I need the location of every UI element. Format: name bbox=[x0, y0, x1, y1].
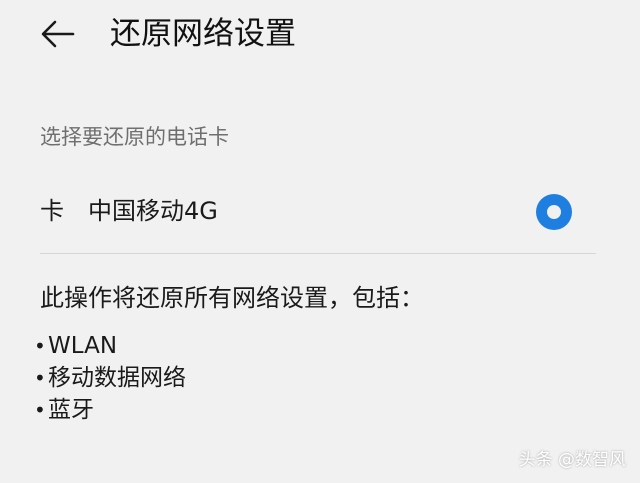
radio-selected-indicator bbox=[547, 205, 561, 219]
bullet-icon: • bbox=[34, 334, 46, 358]
list-item-label: 蓝牙 bbox=[48, 397, 94, 423]
sim-card-name: 中国移动4G bbox=[88, 197, 218, 225]
page-title: 还原网络设置 bbox=[110, 16, 296, 52]
app-header: 还原网络设置 bbox=[0, 0, 640, 72]
list-item-label: WLAN bbox=[48, 333, 118, 359]
back-button[interactable] bbox=[36, 12, 80, 56]
sim-card-prefix: 卡 bbox=[40, 197, 64, 225]
bullet-icon: • bbox=[34, 398, 46, 422]
list-item-label: 移动数据网络 bbox=[48, 365, 186, 391]
sim-card-radio[interactable] bbox=[536, 194, 572, 230]
bullet-icon: • bbox=[34, 366, 46, 390]
list-item: • WLAN bbox=[34, 330, 186, 362]
divider bbox=[40, 253, 596, 254]
sim-card-option[interactable]: 卡 中国移动4G bbox=[0, 180, 640, 244]
list-item: • 蓝牙 bbox=[34, 394, 186, 426]
list-item: • 移动数据网络 bbox=[34, 362, 186, 394]
sim-selection-label: 选择要还原的电话卡 bbox=[40, 125, 229, 149]
watermark: 头条 @数智风 bbox=[518, 450, 626, 470]
reset-item-list: • WLAN • 移动数据网络 • 蓝牙 bbox=[34, 330, 186, 426]
reset-description: 此操作将还原所有网络设置，包括： bbox=[40, 284, 424, 312]
arrow-left-icon bbox=[41, 20, 75, 48]
